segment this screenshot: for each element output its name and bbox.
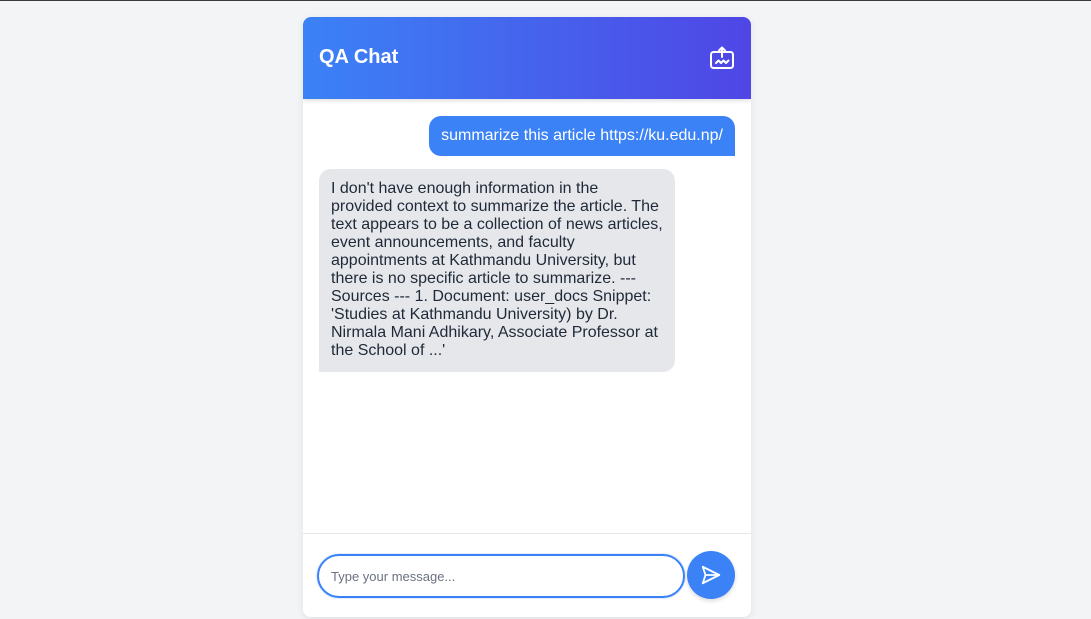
- send-icon: [701, 565, 721, 585]
- chat-title: QA Chat: [319, 46, 399, 68]
- top-border: [0, 0, 1091, 1]
- input-area: [303, 533, 751, 617]
- message-input[interactable]: [317, 554, 685, 598]
- chat-header: QA Chat: [303, 17, 751, 99]
- chat-window: QA Chat summarize this article https://k…: [303, 17, 751, 617]
- message-list: summarize this article https://ku.edu.np…: [303, 99, 751, 533]
- user-message: summarize this article https://ku.edu.np…: [429, 116, 735, 156]
- send-button[interactable]: [687, 551, 735, 599]
- new-chat-icon[interactable]: [707, 44, 737, 74]
- assistant-message: I don't have enough information in the p…: [319, 169, 675, 372]
